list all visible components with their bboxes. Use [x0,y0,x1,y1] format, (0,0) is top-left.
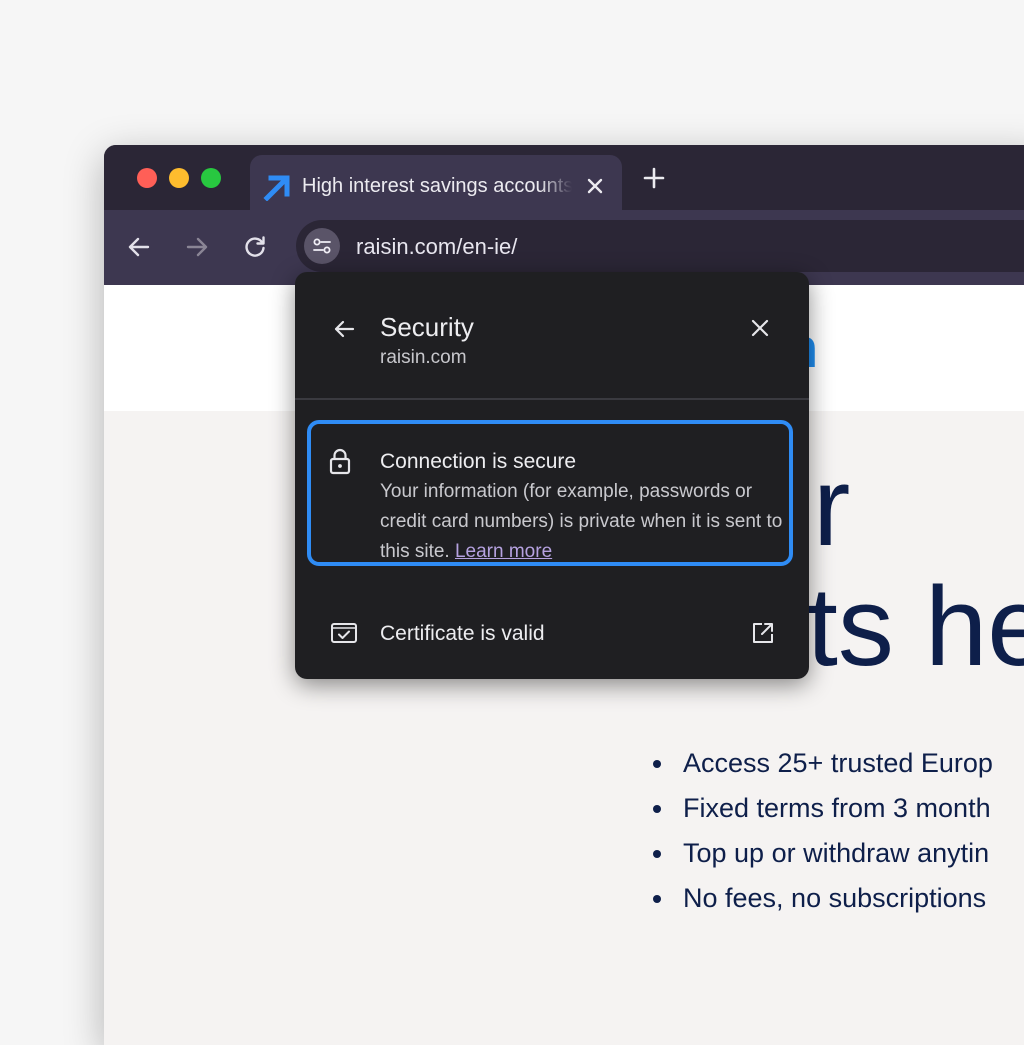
security-popup: Security raisin.com Connection is secure… [295,272,809,679]
popup-title: Security [380,312,474,342]
forward-arrow-icon[interactable] [184,234,210,260]
connection-status-title: Connection is secure [380,450,577,473]
close-icon[interactable] [749,317,771,339]
feature-item: No fees, no subscriptions [649,876,993,921]
site-settings-icon [313,238,331,254]
connection-description-text: Your information (for example, passwords… [380,481,783,562]
close-window-button[interactable] [137,168,157,188]
new-tab-icon[interactable] [642,166,666,190]
back-arrow-icon[interactable] [332,317,356,341]
zoom-window-button[interactable] [201,168,221,188]
feature-item: Fixed terms from 3 month [649,786,993,831]
url-text: raisin.com/en-ie/ [356,234,518,259]
back-arrow-icon[interactable] [126,234,152,260]
tab-close-icon[interactable] [584,175,606,197]
learn-more-link[interactable]: Learn more [455,541,552,562]
lock-icon [329,448,351,475]
reload-icon[interactable] [242,234,268,260]
feature-item: Top up or withdraw anytin [649,831,993,876]
address-bar[interactable]: raisin.com/en-ie/ [296,220,1024,272]
connection-description: Your information (for example, passwords… [380,477,790,567]
active-tab[interactable]: High interest savings accounts [250,155,622,210]
tab-strip: High interest savings accounts [104,145,1024,210]
raisin-arrow-icon [263,175,290,201]
feature-list: Access 25+ trusted Europ Fixed terms fro… [649,741,993,921]
external-link-icon[interactable] [751,621,775,645]
certificate-icon [331,623,357,643]
divider [295,398,809,400]
feature-item: Access 25+ trusted Europ [649,741,993,786]
site-settings-button[interactable] [304,228,340,264]
tab-title: High interest savings accounts [302,175,572,197]
popup-subtitle: raisin.com [380,347,467,368]
minimize-window-button[interactable] [169,168,189,188]
certificate-status-label[interactable]: Certificate is valid [380,622,545,646]
